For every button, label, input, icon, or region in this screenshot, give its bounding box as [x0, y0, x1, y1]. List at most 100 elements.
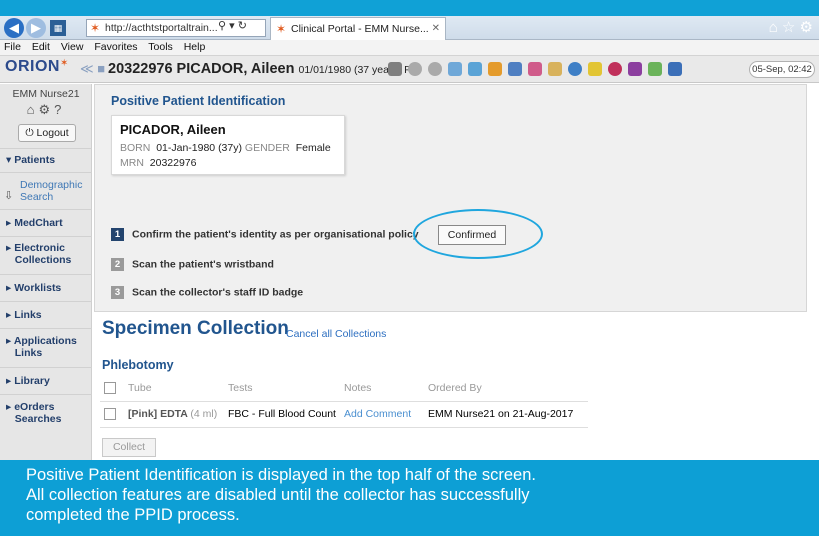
toolbar-card-icon[interactable]: [388, 62, 402, 76]
step-text: Scan the patient's wristband: [132, 258, 274, 271]
menu-favorites[interactable]: Favorites: [94, 41, 137, 53]
menu-edit[interactable]: Edit: [32, 41, 50, 53]
collapse-sidebar-icon[interactable]: ≪ ■: [80, 61, 105, 77]
logout-label: Logout: [36, 127, 69, 139]
ppid-title: Positive Patient Identification: [111, 94, 286, 108]
sidebar-item-links[interactable]: ▸ Links: [6, 309, 42, 321]
tab-favicon-icon: ✶: [276, 22, 287, 36]
header-tests: Tests: [224, 375, 340, 402]
toolbar-pen-icon[interactable]: [508, 62, 522, 76]
toolbar-trend-icon[interactable]: [648, 62, 662, 76]
menu-help[interactable]: Help: [184, 41, 206, 53]
menu-file[interactable]: File: [4, 41, 21, 53]
help-icon[interactable]: ?: [54, 102, 65, 117]
toolbar-badge-icon[interactable]: [608, 62, 622, 76]
menu-view[interactable]: View: [61, 41, 84, 53]
collect-button[interactable]: Collect: [102, 438, 156, 457]
cancel-all-collections-link[interactable]: Cancel all Collections: [286, 328, 386, 340]
toolbar-syringe-icon[interactable]: [588, 62, 602, 76]
sidebar-item-applications-links[interactable]: ▸ Applications Links: [6, 335, 77, 359]
sidebar-divider: [0, 367, 92, 368]
sidebar-divider: [0, 209, 92, 210]
toolbar-help-icon[interactable]: [568, 62, 582, 76]
header-notes: Notes: [340, 375, 424, 402]
row-checkbox-cell: [100, 401, 124, 428]
home-icon[interactable]: ⌂: [27, 102, 39, 117]
toolbar-image-icon[interactable]: [448, 62, 462, 76]
drag-handle-icon[interactable]: ⇩: [4, 189, 13, 202]
toolbar-notes-icon[interactable]: [548, 62, 562, 76]
sidebar-divider: [0, 328, 92, 329]
sidebar-item-label: MedChart: [14, 217, 63, 229]
sidebar-item-library[interactable]: ▸ Library: [6, 375, 50, 387]
toolbar-circle2-icon[interactable]: [428, 62, 442, 76]
sidebar-item-electronic-collections[interactable]: ▸ Electronic Collections: [6, 242, 71, 266]
step-number: 3: [111, 286, 124, 299]
sidebar-item-label: Search: [20, 191, 54, 203]
ppid-step-3: 3 Scan the collector's staff ID badge: [111, 286, 303, 299]
orion-logo: ORION✶: [5, 58, 69, 76]
settings-gear-icon[interactable]: ⚙: [800, 19, 813, 36]
caption-line: completed the PPID process.: [26, 506, 240, 524]
settings-icon[interactable]: ⚙: [38, 102, 54, 117]
back-button[interactable]: ◀: [4, 18, 24, 38]
user-name: EMM Nurse21: [12, 88, 80, 100]
header-tube: Tube: [124, 375, 224, 402]
ppid-step-2: 2 Scan the patient's wristband: [111, 258, 274, 271]
toolbar-vial-icon[interactable]: [628, 62, 642, 76]
row-checkbox[interactable]: [104, 408, 116, 421]
address-bar: ◀ ▶ ▦ ✶ http://acthtstportaltrain... ⚲ ▾…: [0, 16, 819, 40]
born-label: BORN: [120, 142, 151, 154]
site-icon[interactable]: ▦: [50, 20, 66, 36]
sidebar-divider: [0, 236, 92, 237]
row-tube: [Pink] EDTA (4 ml): [124, 401, 224, 428]
favorites-star-icon[interactable]: ☆: [782, 19, 795, 36]
power-icon: ⏻: [25, 127, 37, 139]
patient-name: PICADOR, Aileen: [120, 122, 226, 137]
tab-close-icon[interactable]: ✕: [432, 18, 440, 40]
header-checkbox-cell: [100, 375, 124, 402]
tube-volume: (4 ml): [190, 408, 218, 420]
table-row: [Pink] EDTA (4 ml) FBC - Full Blood Coun…: [100, 401, 588, 428]
caption-line: All collection features are disabled unt…: [26, 486, 530, 504]
specimen-collection-title: Specimen Collection: [102, 318, 289, 339]
toolbar-circle-icon[interactable]: [408, 62, 422, 76]
toolbar-doc-icon[interactable]: [528, 62, 542, 76]
toolbar-chart-icon[interactable]: [488, 62, 502, 76]
sidebar-divider: [0, 301, 92, 302]
highlight-ring: [413, 209, 543, 259]
mrn-label: MRN: [120, 157, 144, 169]
select-all-checkbox[interactable]: [104, 381, 116, 394]
session-datetime: 05-Sep, 02:42: [749, 61, 815, 78]
sidebar-item-worklists[interactable]: ▸ Worklists: [6, 282, 61, 294]
sidebar-item-label: Electronic: [14, 242, 65, 254]
step-number: 1: [111, 228, 124, 241]
born-value: 01-Jan-1980 (37y): [156, 142, 242, 154]
browser-tab[interactable]: ✶ Clinical Portal - EMM Nurse... ✕: [270, 17, 446, 40]
logout-button[interactable]: ⏻ Logout: [18, 124, 76, 142]
logo-star-icon: ✶: [59, 58, 69, 69]
url-tools[interactable]: ⚲ ▾ ↻: [218, 19, 247, 32]
sidebar-item-demographic-search[interactable]: Demographic Search: [20, 179, 82, 203]
sidebar-item-medchart[interactable]: ▸ MedChart: [6, 217, 63, 229]
caption-banner: Positive Patient Identification is displ…: [0, 460, 819, 536]
patient-card: PICADOR, Aileen BORN 01-Jan-1980 (37y) G…: [111, 115, 345, 175]
toolbar-heart-icon[interactable]: [468, 62, 482, 76]
sidebar-item-label: Library: [14, 375, 50, 387]
favicon-icon: ✶: [90, 21, 101, 35]
sidebar-item-eorders-searches[interactable]: ▸ eOrders Searches: [6, 401, 61, 425]
sidebar-item-patients[interactable]: ▾ Patients: [6, 154, 55, 166]
sidebar-item-label: Searches: [14, 413, 62, 425]
menu-tools[interactable]: Tools: [148, 41, 173, 53]
step-text: Confirm the patient's identity as per or…: [132, 228, 419, 241]
browser-toolbar-icons[interactable]: ⌂ ☆ ⚙: [769, 18, 813, 36]
home-icon[interactable]: ⌂: [769, 19, 778, 36]
patient-banner-main: 20322976 PICADOR, Aileen: [108, 61, 295, 77]
forward-button[interactable]: ▶: [26, 18, 46, 38]
step-number: 2: [111, 258, 124, 271]
add-comment-link[interactable]: Add Comment: [340, 401, 424, 428]
sidebar-divider: [0, 274, 92, 275]
gender-label: GENDER: [244, 142, 290, 154]
row-tests: FBC - Full Blood Count: [224, 401, 340, 428]
toolbar-pill-icon[interactable]: [668, 62, 682, 76]
